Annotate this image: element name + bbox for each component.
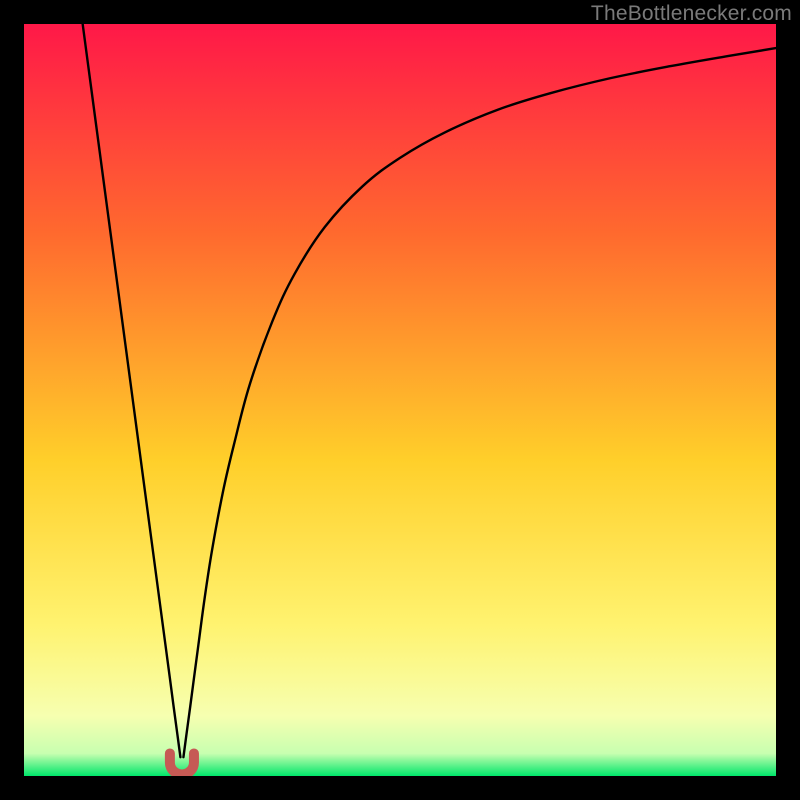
- gradient-background: [24, 24, 776, 776]
- watermark-text: TheBottlenecker.com: [591, 2, 792, 26]
- bottleneck-chart: [24, 24, 776, 776]
- chart-frame: [24, 24, 776, 776]
